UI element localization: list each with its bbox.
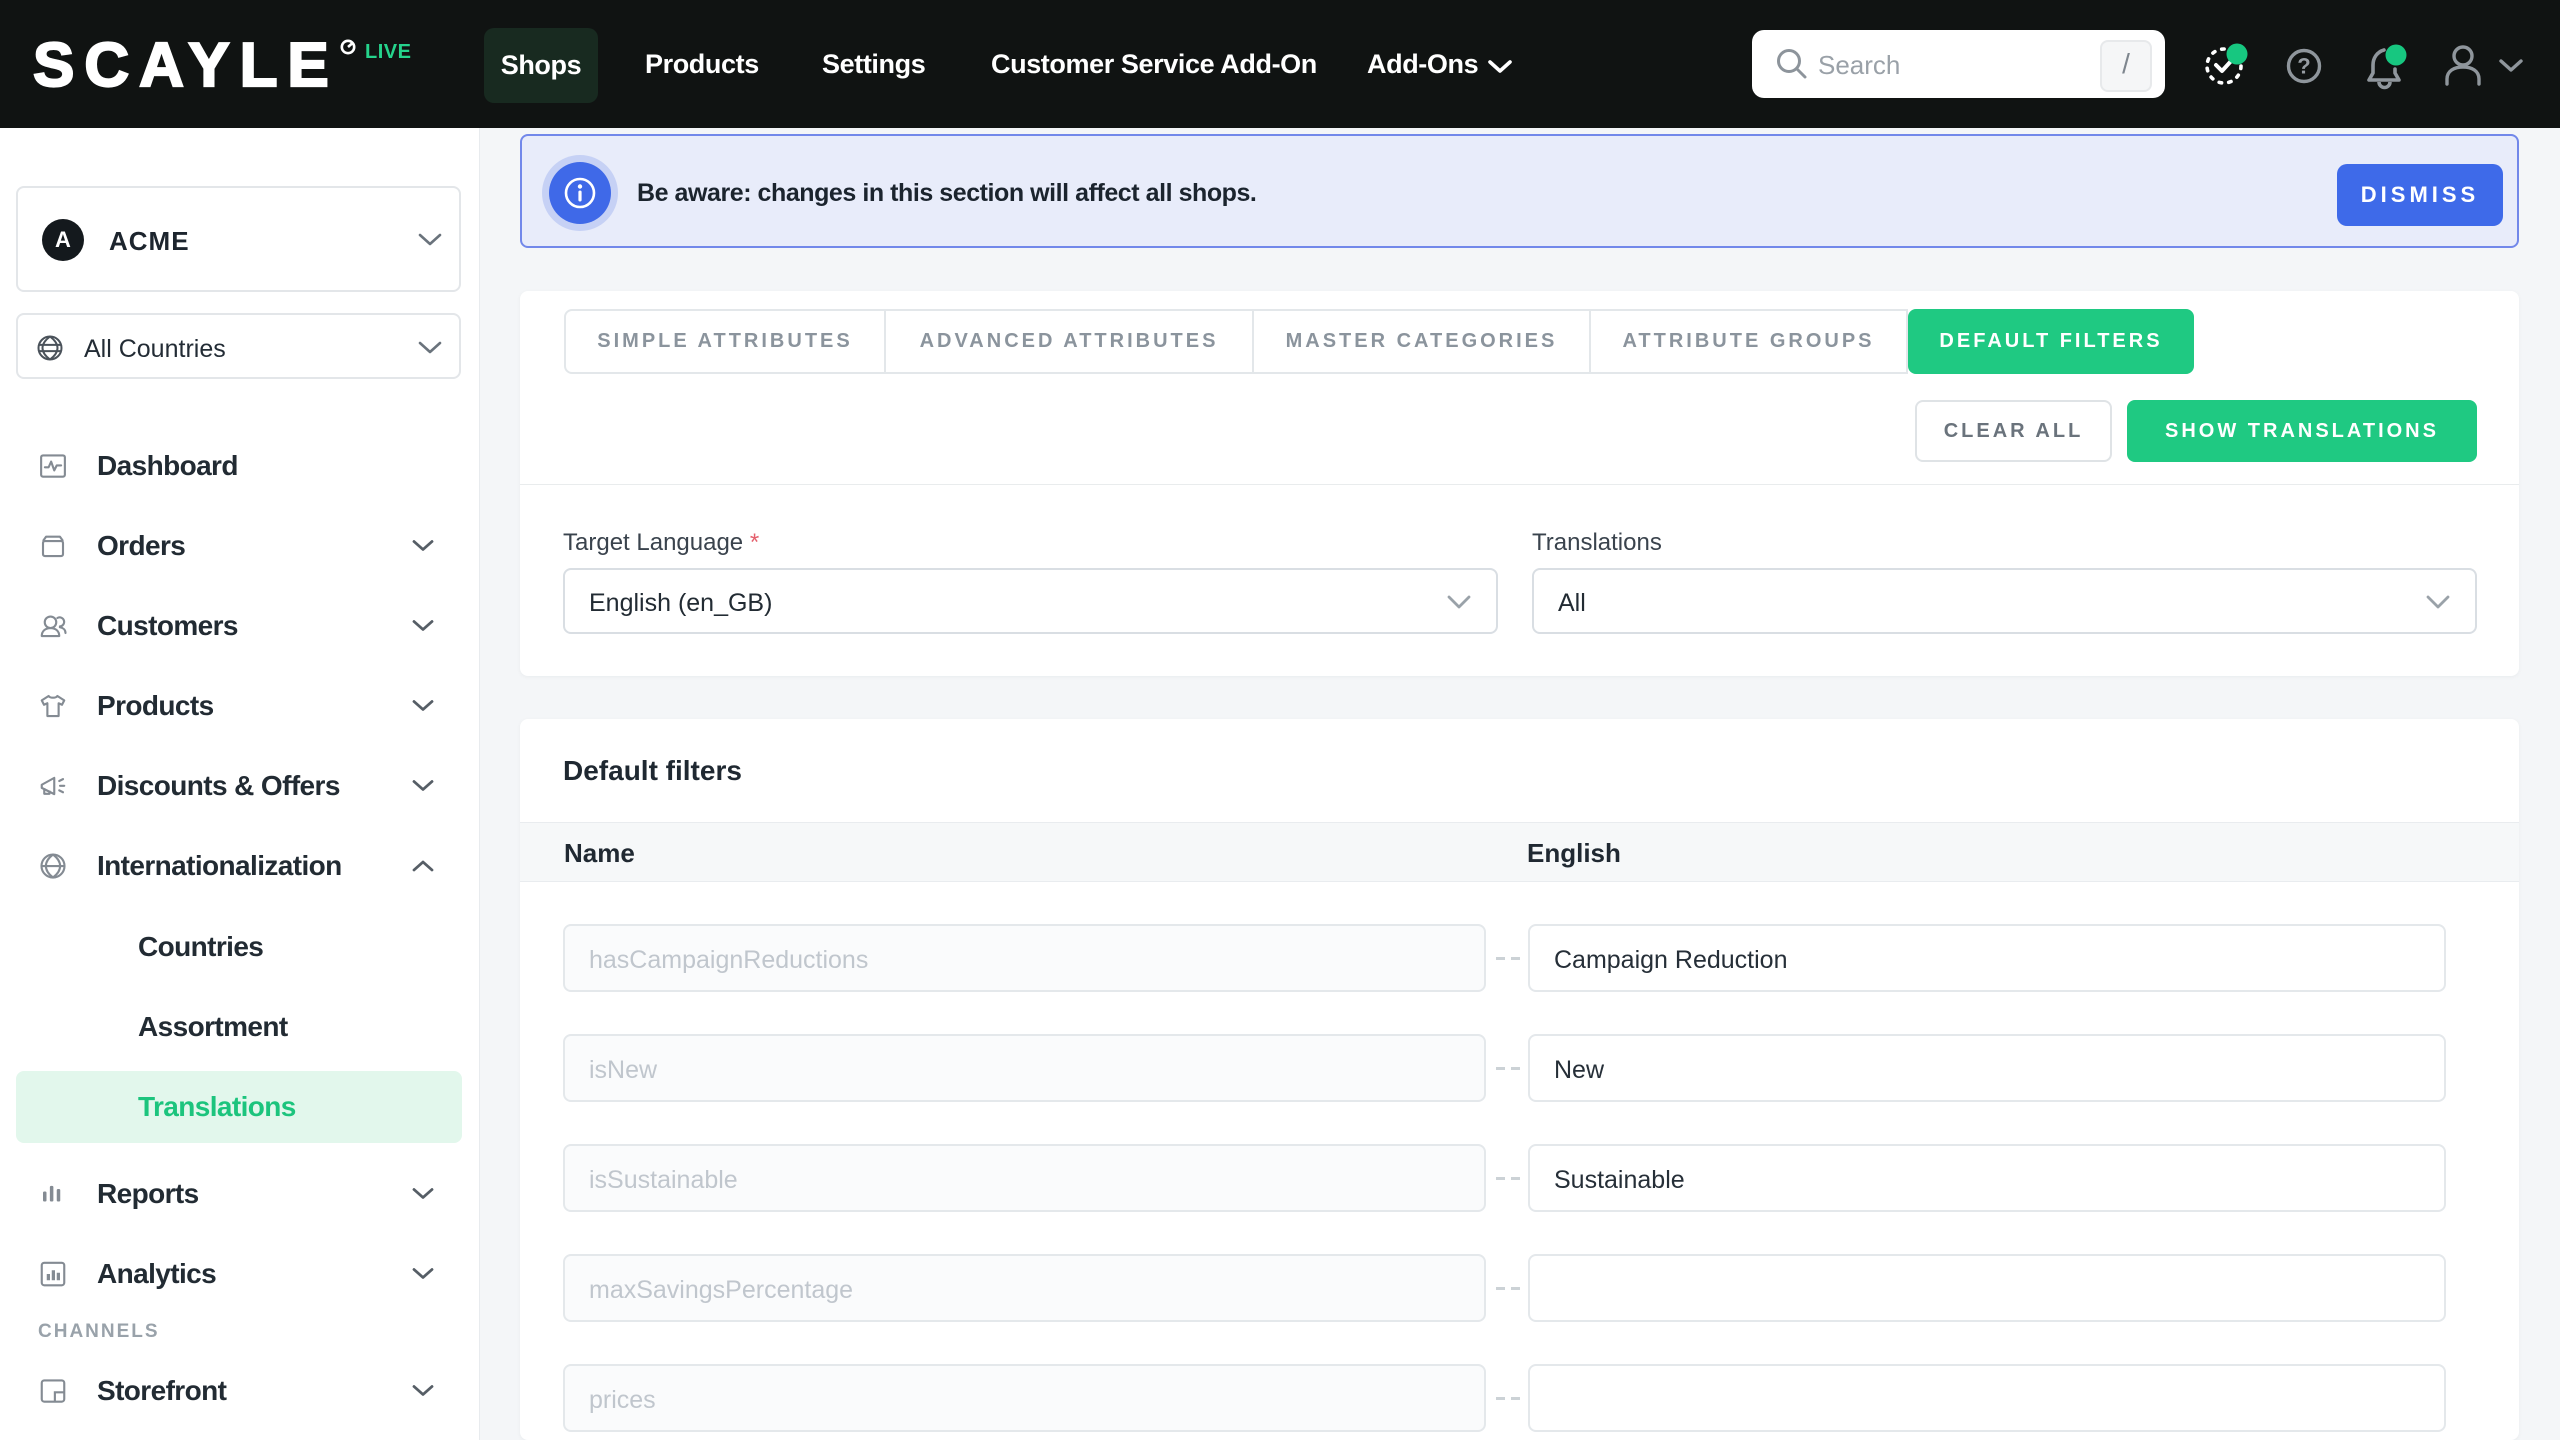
svg-text:?: ? (2297, 54, 2310, 79)
